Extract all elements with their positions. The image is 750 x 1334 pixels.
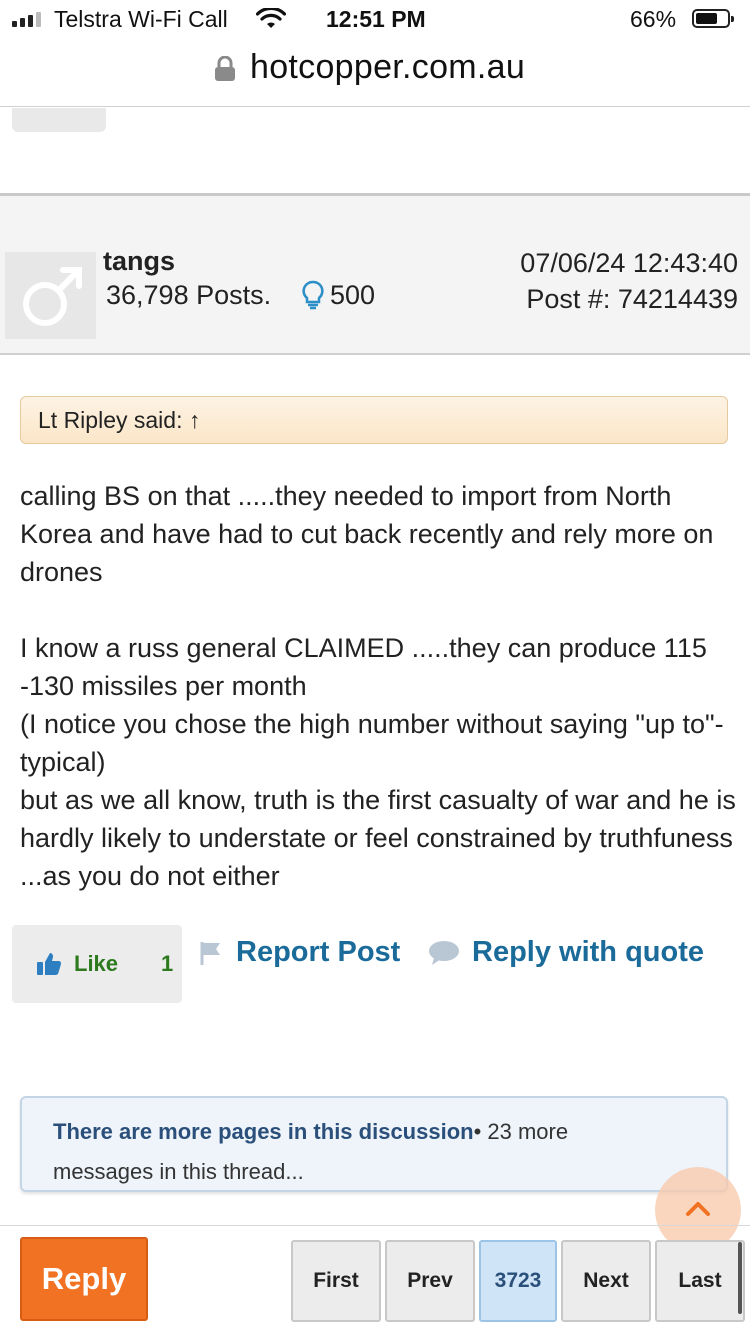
carrier-name: Telstra Wi-Fi Call [54,6,228,32]
current-page-button[interactable]: 3723 [479,1240,557,1322]
reply-button[interactable]: Reply [20,1237,148,1321]
cellular-signal-icon [12,12,41,27]
next-page-button[interactable]: Next [561,1240,651,1322]
quote-box[interactable]: Lt Ripley said: ↑ [20,396,728,444]
like-label: Like [74,951,119,976]
thumbs-up-icon [37,953,61,975]
flag-icon [200,941,220,965]
battery-percent: 66% [630,6,677,32]
like-count: 1 [161,951,174,976]
reply-with-quote-label[interactable]: Reply with quote [472,936,704,969]
lightbulb-icon [302,280,324,310]
wifi-icon [256,8,286,28]
likes-received: 500 [330,280,376,310]
footer-divider [0,1225,750,1226]
speech-bubble-icon [429,940,459,965]
post-paragraph: but as we all know, truth is the first c… [20,785,736,891]
post-count: 36,798 Posts. [106,280,272,310]
post-date: 07/06/24 12:43:40 [520,248,738,278]
report-post-label[interactable]: Report Post [236,936,400,969]
previous-post-button[interactable] [12,108,106,132]
like-button[interactable]: Like 1 [12,925,182,1003]
chevron-up-icon [686,1202,710,1216]
post-number[interactable]: Post #: 74214439 [526,284,738,315]
post-paragraph: I know a russ general CLAIMED .....they … [20,633,707,701]
more-pages-link[interactable]: There are more pages in this discussion [53,1119,474,1144]
post-paragraph: calling BS on that .....they needed to i… [20,481,714,587]
post-paragraph: (I notice you chose the high number with… [20,709,724,777]
first-page-button[interactable]: First [291,1240,381,1322]
last-page-button[interactable]: Last [655,1240,745,1322]
prev-page-button[interactable]: Prev [385,1240,475,1322]
lock-icon [215,56,235,81]
post-body: calling BS on that .....they needed to i… [20,477,740,895]
clock: 12:51 PM [326,6,426,32]
more-pages-notice[interactable]: There are more pages in this discussion•… [20,1096,728,1192]
address-bar[interactable]: hotcopper.com.au [0,40,750,107]
reply-with-quote-link[interactable]: Reply with quote [428,936,704,969]
scrollbar[interactable] [738,1242,742,1314]
battery-icon [692,9,734,28]
url-text[interactable]: hotcopper.com.au [250,48,525,87]
male-symbol-icon [23,267,82,326]
quote-label[interactable]: Lt Ripley said: ↑ [38,407,200,434]
post-header: tangs 36,798 Posts. 500 07/06/24 12:43:4… [0,196,750,355]
status-bar: Telstra Wi-Fi Call 12:51 PM 66% [0,0,750,40]
avatar[interactable] [5,252,96,339]
username[interactable]: tangs [103,246,175,277]
report-post-link[interactable]: Report Post [198,936,400,969]
